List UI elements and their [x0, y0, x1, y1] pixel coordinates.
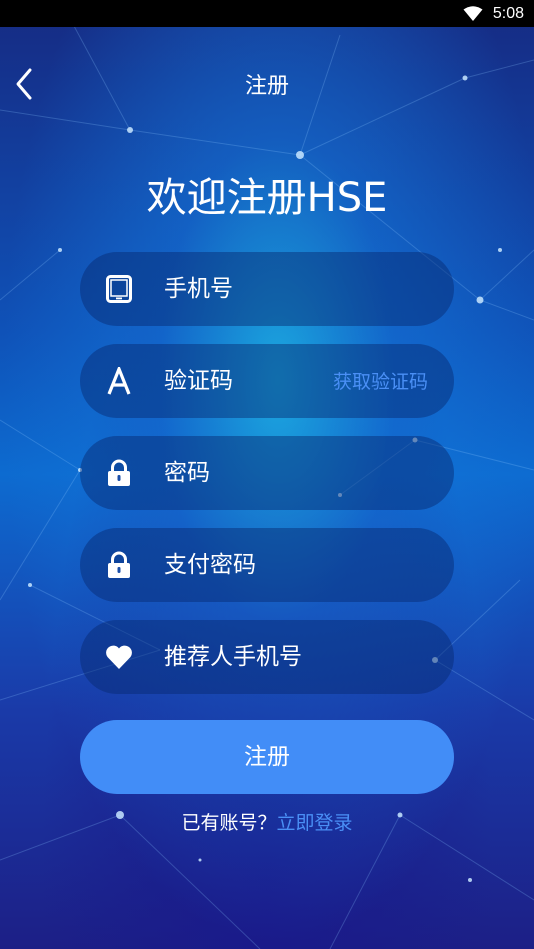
referrer-phone-field[interactable]: 推荐人手机号	[80, 620, 454, 694]
welcome-heading: 欢迎注册HSE	[146, 175, 388, 221]
password-placeholder: 密码	[164, 460, 210, 486]
tablet-icon	[104, 274, 134, 304]
lock-icon	[104, 550, 134, 580]
register-button[interactable]: 注册	[80, 720, 454, 794]
referrer-placeholder: 推荐人手机号	[164, 644, 302, 670]
login-prompt: 已有账号？	[181, 812, 277, 834]
pay-password-placeholder: 支付密码	[164, 552, 256, 578]
register-button-label: 注册	[244, 744, 290, 770]
letter-a-icon	[104, 366, 134, 396]
register-screen: 5:08 注册 欢迎注册HSE 手机号 验证码 获取验证码 密码 支付密码 推荐…	[0, 0, 534, 949]
lock-icon	[104, 458, 134, 488]
nav-bar: 注册	[0, 54, 534, 114]
login-link[interactable]: 立即登录	[277, 812, 353, 834]
heart-icon	[104, 642, 134, 672]
wifi-icon	[463, 5, 483, 21]
status-bar: 5:08	[0, 0, 534, 27]
get-code-button[interactable]: 获取验证码	[333, 368, 428, 396]
verification-code-field[interactable]: 验证码 获取验证码	[80, 344, 454, 418]
phone-placeholder: 手机号	[164, 276, 233, 302]
page-title: 注册	[244, 74, 289, 99]
password-field[interactable]: 密码	[80, 436, 454, 510]
phone-field[interactable]: 手机号	[80, 252, 454, 326]
pay-password-field[interactable]: 支付密码	[80, 528, 454, 602]
login-prompt-row: 已有账号？立即登录	[0, 808, 534, 835]
code-placeholder: 验证码	[164, 368, 233, 394]
status-time: 5:08	[492, 4, 524, 22]
